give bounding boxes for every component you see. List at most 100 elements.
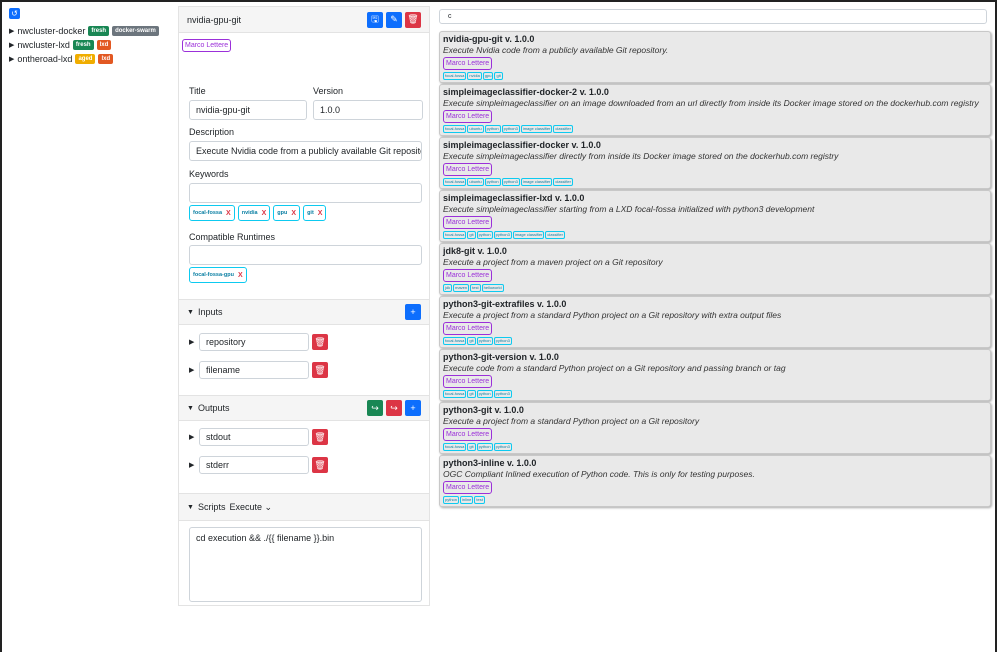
tag: python [476, 443, 493, 451]
export-icon[interactable]: ↪ [367, 400, 383, 416]
author-badge: Marco Lettere [443, 322, 493, 335]
tag: git [467, 337, 476, 345]
search-input[interactable]: c [439, 9, 987, 24]
tag: inline [460, 496, 474, 504]
caret-down-icon: ▼ [187, 308, 194, 316]
tag-list: focal-fossa git python python3 image classif… [443, 231, 987, 239]
trash-icon[interactable]: 🗑 [312, 334, 328, 350]
keyword-chip: focal-fossa-gpu X [189, 267, 247, 283]
add-output-icon[interactable]: + [405, 400, 421, 416]
export-red-icon[interactable]: ↪ [386, 400, 402, 416]
tag: helloworld [481, 284, 504, 292]
process-description: Execute code from a standard Python proj… [443, 363, 786, 373]
remove-icon[interactable]: X [226, 210, 231, 217]
tree-item[interactable]: ▶ nwcluster-docker fresh docker-swarm [9, 25, 177, 36]
input-name-input[interactable]: filename [199, 361, 309, 379]
process-card[interactable]: simpleimageclassifier-docker-2 v. 1.0.0 E… [439, 84, 991, 136]
process-editor: nvidia-gpu-git 🖫 ✎ 🗑 Marco Lettere Title… [178, 6, 430, 606]
trash-icon[interactable]: 🗑 [312, 429, 328, 445]
tag: focal-fossa [443, 125, 467, 133]
editor-header: nvidia-gpu-git 🖫 ✎ 🗑 [179, 7, 429, 33]
chip-label: gpu [277, 210, 288, 216]
caret-right-icon[interactable]: ▶ [189, 433, 199, 441]
status-badge: docker-swarm [112, 25, 159, 36]
trash-icon[interactable]: 🗑 [312, 457, 328, 473]
description-input[interactable]: Execute Nvidia code from a publicly avai… [189, 141, 422, 161]
tag: python3 [493, 337, 512, 345]
script-type-value: Execute [229, 501, 262, 512]
process-title: python3-inline v. 1.0.0 [443, 458, 537, 468]
tag: python [476, 231, 493, 239]
title-label: Title [189, 86, 206, 96]
caret-right-icon[interactable]: ▶ [189, 366, 199, 374]
script-textarea[interactable]: cd execution && ./{{ filename }}.bin [189, 527, 422, 602]
caret-down-icon: ▼ [187, 404, 194, 412]
add-input-icon[interactable]: + [405, 304, 421, 320]
status-badge: aged [75, 53, 96, 64]
editor-title: nvidia-gpu-git [187, 14, 242, 25]
refresh-icon[interactable]: ↺ [9, 8, 20, 19]
tag: gpu [482, 72, 494, 80]
output-name-input[interactable]: stdout [199, 428, 309, 446]
process-card[interactable]: python3-git-extrafiles v. 1.0.0 Execute a… [439, 296, 991, 348]
author-badge: Marco Lettere [443, 428, 493, 441]
remove-icon[interactable]: X [318, 210, 323, 217]
runtimes-input[interactable] [189, 245, 422, 265]
version-input[interactable]: 1.0.0 [313, 100, 423, 120]
process-card[interactable]: simpleimageclassifier-lxd v. 1.0.0 Execut… [439, 190, 991, 242]
caret-right-icon[interactable]: ▶ [9, 27, 14, 35]
tag-list: focal-fossa nvidia gpu git [443, 72, 987, 80]
caret-right-icon[interactable]: ▶ [189, 338, 199, 346]
chip-label: nvidia [241, 210, 258, 216]
tag: image classifier [512, 231, 545, 239]
inputs-list: ▶ repository 🗑 ▶ filename 🗑 [179, 332, 429, 388]
tree-item-label: nwcluster-lxd [17, 39, 70, 50]
save-icon[interactable]: 🖫 [367, 11, 383, 28]
runtimes-label: Compatible Runtimes [189, 232, 276, 242]
tag: nvidia [467, 72, 482, 80]
input-name-input[interactable]: repository [199, 333, 309, 351]
caret-right-icon[interactable]: ▶ [9, 41, 14, 49]
process-card[interactable]: simpleimageclassifier-docker v. 1.0.0 Exe… [439, 137, 991, 189]
tree-item[interactable]: ▶ ontheroad-lxd aged lxd [9, 53, 177, 64]
output-row: ▶ stderr 🗑 [189, 455, 429, 475]
keyword-chip: nvidia X [237, 205, 271, 221]
remove-icon[interactable]: X [262, 210, 267, 217]
process-card[interactable]: python3-git v. 1.0.0 Execute a project fr… [439, 402, 991, 454]
status-badge: fresh [72, 39, 94, 50]
tag: test [474, 496, 485, 504]
inputs-header[interactable]: ▼ Inputs + [179, 299, 429, 325]
status-badge: lxd [96, 39, 112, 50]
keywords-label: Keywords [189, 169, 229, 179]
tag: focal-fossa [443, 443, 467, 451]
process-card[interactable]: python3-git-version v. 1.0.0 Execute code… [439, 349, 991, 401]
remove-icon[interactable]: X [238, 272, 243, 279]
tag: classifier [553, 125, 573, 133]
eraser-icon[interactable]: ✎ [386, 11, 402, 28]
process-card[interactable]: python3-inline v. 1.0.0 OGC Compliant Inl… [439, 455, 991, 507]
outputs-list: ▶ stdout 🗑 ▶ stderr 🗑 [179, 427, 429, 483]
caret-right-icon[interactable]: ▶ [189, 461, 199, 469]
tag: python3 [501, 178, 520, 186]
tag: focal-fossa [443, 337, 467, 345]
script-type-select[interactable]: Execute ⌄ [229, 502, 272, 513]
process-description: Execute simpleimageclassifier starting f… [443, 204, 815, 214]
output-name-input[interactable]: stderr [199, 456, 309, 474]
author-badge: Marco Lettere [443, 481, 493, 494]
caret-right-icon[interactable]: ▶ [9, 55, 14, 63]
process-card[interactable]: jdk8-git v. 1.0.0 Execute a project from … [439, 243, 991, 295]
tag-list: focal-fossa git python python3 [443, 390, 987, 398]
title-input[interactable]: nvidia-gpu-git [189, 100, 307, 120]
tag: python3 [493, 443, 512, 451]
outputs-header[interactable]: ▼ Outputs ↪ ↪ + [179, 395, 429, 421]
trash-icon[interactable]: 🗑 [312, 362, 328, 378]
trash-icon[interactable]: 🗑 [405, 11, 421, 28]
version-label: Version [313, 86, 344, 96]
keywords-input[interactable] [189, 183, 422, 203]
process-card[interactable]: nvidia-gpu-git v. 1.0.0 Execute Nvidia co… [439, 31, 991, 83]
process-description: Execute a project from a maven project o… [443, 257, 663, 267]
tree-item[interactable]: ▶ nwcluster-lxd fresh lxd [9, 39, 177, 50]
tag-list: focal-fossa ubuntu python python3 image clas… [443, 178, 987, 186]
status-badge: lxd [98, 53, 114, 64]
remove-icon[interactable]: X [291, 210, 296, 217]
